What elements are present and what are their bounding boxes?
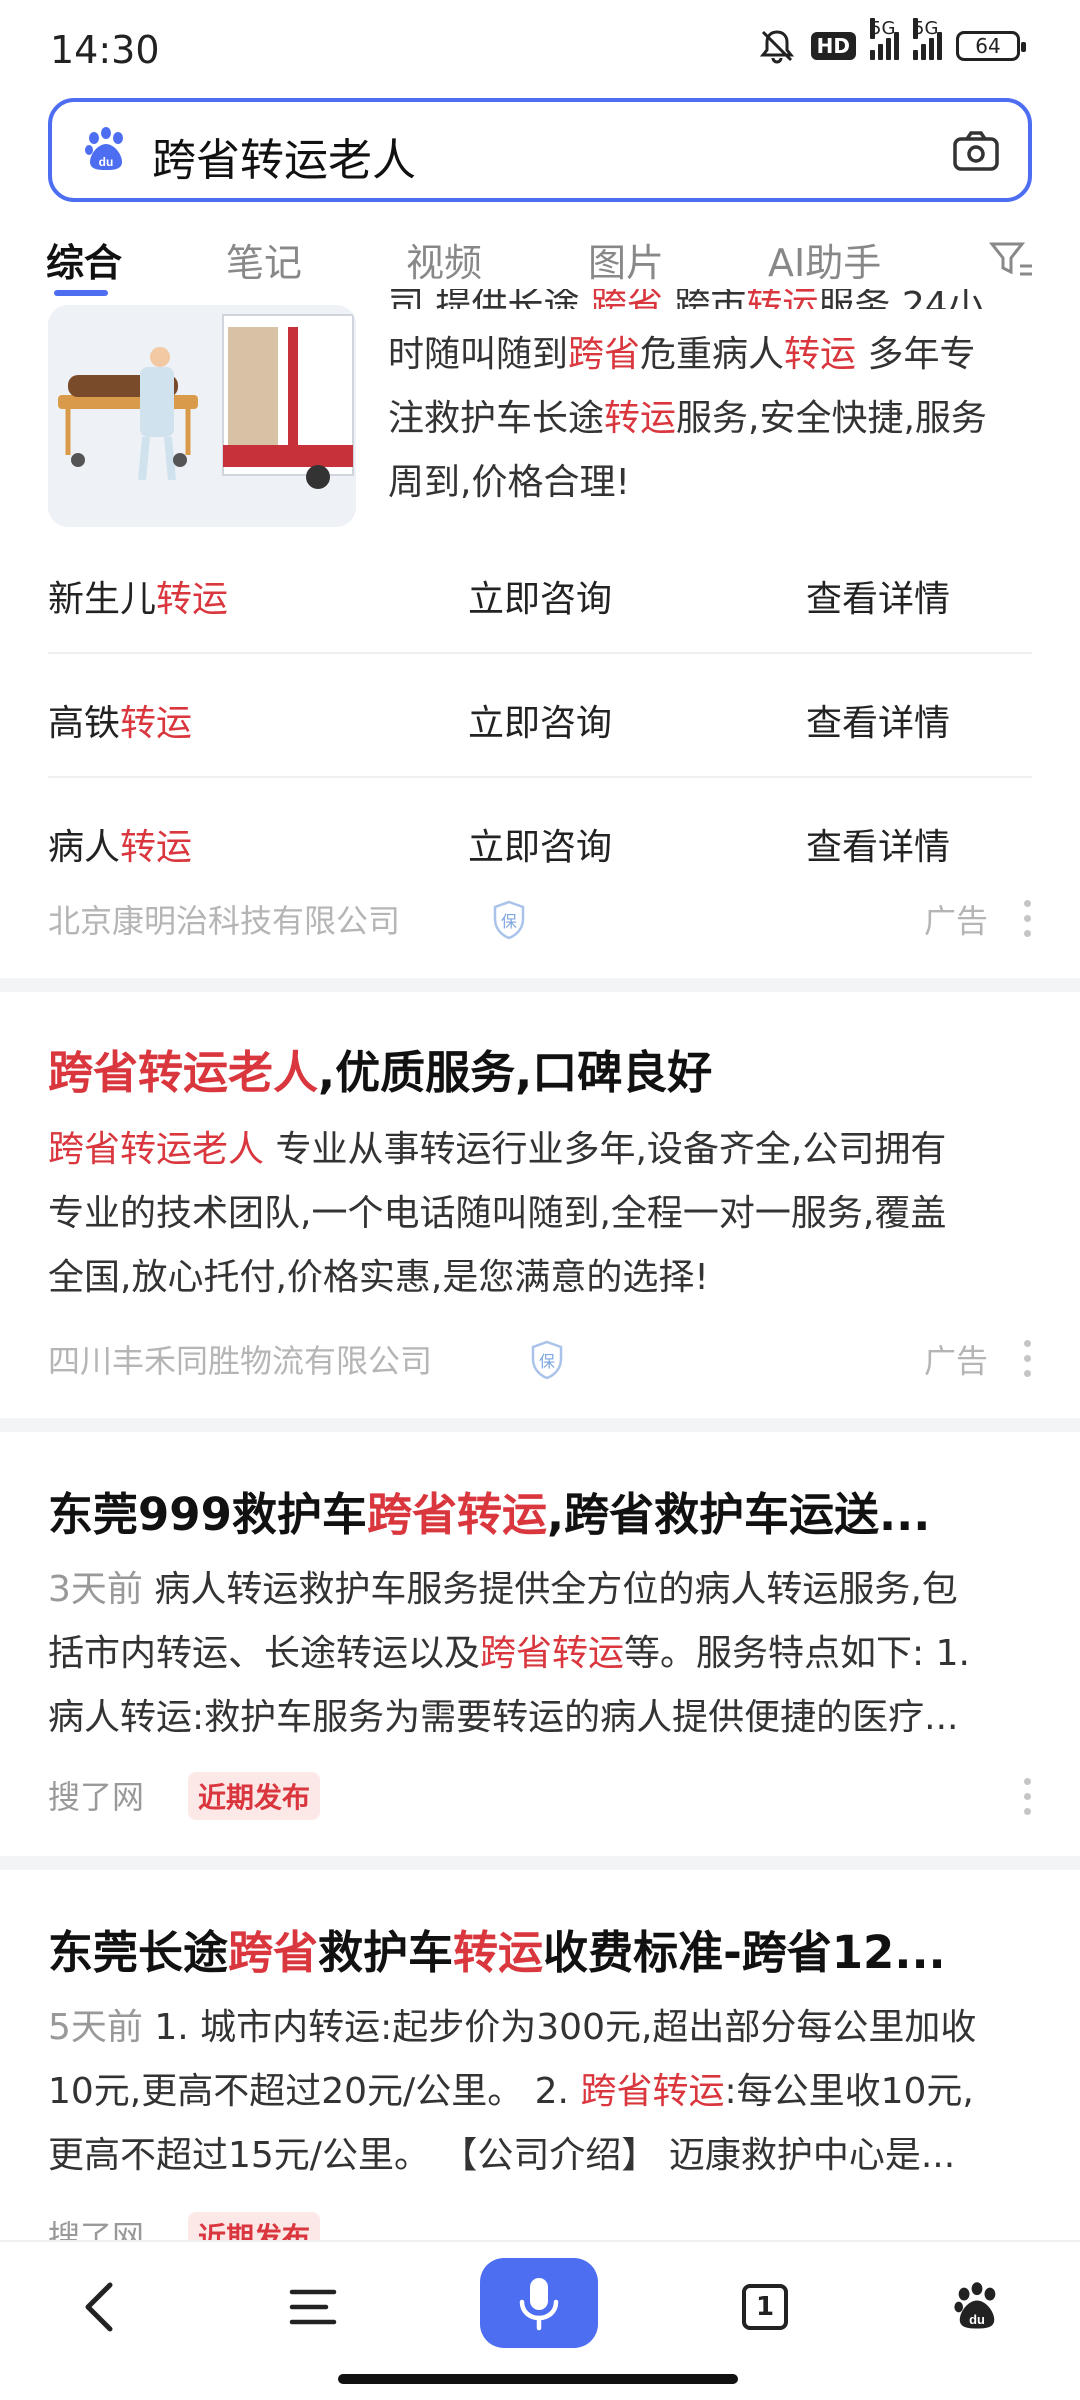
result1-meta: 搜了网 近期发布: [48, 1772, 1032, 1822]
result2-date: 5天前: [48, 2007, 143, 2048]
sitelink-title[interactable]: 高铁转运: [48, 694, 192, 746]
tab-notes[interactable]: 笔记: [226, 232, 302, 287]
microphone-icon: [519, 2278, 559, 2331]
tabs-icon[interactable]: 1: [730, 2272, 800, 2342]
divider: [0, 1418, 1080, 1432]
source-name[interactable]: 搜了网: [48, 1772, 144, 1818]
sitelink-row[interactable]: 新生儿转运 立即咨询 查看详情: [48, 530, 1032, 654]
consult-link[interactable]: 立即咨询: [468, 570, 612, 622]
result1-title[interactable]: 东莞999救护车跨省转运,跨省救护车运送...: [48, 1478, 1038, 1543]
svg-text:du: du: [969, 2312, 985, 2327]
ad2-title[interactable]: 跨省转运老人,优质服务,口碑良好: [48, 1036, 1038, 1101]
result1-snippet: 3天前 病人转运救护车服务提供全方位的病人转运服务,包 括市内转运、长途转运以及…: [48, 1569, 970, 1738]
advertiser-name[interactable]: 北京康明治科技有限公司: [48, 896, 400, 942]
more-options-icon[interactable]: [1024, 1778, 1032, 1815]
search-input[interactable]: 跨省转运老人: [152, 124, 416, 188]
status-icons: HD 5G 5G 64: [757, 18, 1026, 66]
sitelink-row[interactable]: 病人转运 立即咨询 查看详情: [48, 778, 1032, 902]
tab-ai-assistant[interactable]: AI助手: [768, 232, 881, 287]
recent-badge: 近期发布: [188, 1772, 321, 1820]
verified-shield-icon: 保: [531, 1340, 563, 1380]
ad2-source-line: 四川丰禾同胜物流有限公司 保 广告: [48, 1336, 1032, 1386]
recent-badge: 近期发布: [188, 2212, 321, 2242]
ad-label: 广告: [923, 1342, 988, 1380]
sitelink-row[interactable]: 高铁转运 立即咨询 查看详情: [48, 654, 1032, 778]
ad-label: 广告: [923, 902, 988, 940]
baidu-logo-icon: du: [85, 127, 123, 170]
more-options-icon[interactable]: [1024, 1340, 1032, 1377]
tab-videos[interactable]: 视频: [406, 232, 482, 287]
ambulance-thumbnail[interactable]: [48, 305, 356, 527]
tab-count: 1: [742, 2284, 788, 2330]
advertiser-name[interactable]: 四川丰禾同胜物流有限公司: [48, 1336, 432, 1382]
signal-icon: 5G: [870, 18, 899, 60]
more-options-icon[interactable]: [1024, 900, 1032, 937]
detail-link[interactable]: 查看详情: [806, 694, 950, 746]
detail-link[interactable]: 查看详情: [806, 570, 950, 622]
signal-icon: 5G: [913, 18, 942, 60]
ambulance-transfer-image: [48, 305, 356, 527]
search-box[interactable]: du 跨省转运老人: [48, 98, 1032, 202]
status-bar: 14:30 HD 5G 5G 64: [0, 0, 1080, 100]
divider: [0, 1856, 1080, 1870]
source-name[interactable]: 搜了网: [48, 2212, 144, 2242]
tab-images[interactable]: 图片: [588, 232, 664, 287]
svg-text:保: 保: [501, 912, 517, 931]
menu-icon[interactable]: [278, 2272, 348, 2342]
filter-icon[interactable]: [988, 238, 1036, 282]
ad1-description: 司,提供长途,跨省,跨市转运服务,24小 时随叫随到跨省危重病人转运 多年专 注…: [388, 289, 987, 503]
mute-bell-icon: [759, 30, 794, 64]
divider: [0, 978, 1080, 992]
voice-search-button[interactable]: [480, 2258, 598, 2348]
search-tabs: 综合 笔记 视频 图片 AI助手: [0, 220, 1080, 300]
baidu-home-icon[interactable]: du: [942, 2272, 1012, 2342]
camera-icon[interactable]: [950, 126, 1002, 178]
back-icon[interactable]: [66, 2272, 136, 2342]
clock: 14:30: [50, 28, 160, 72]
consult-link[interactable]: 立即咨询: [468, 694, 612, 746]
result1-date: 3天前: [48, 1569, 143, 1610]
result2-meta: 搜了网 近期发布: [48, 2212, 1032, 2242]
verified-shield-icon: 保: [493, 900, 525, 940]
svg-text:保: 保: [539, 1352, 555, 1371]
consult-link[interactable]: 立即咨询: [468, 818, 612, 870]
ad1-source-line: 北京康明治科技有限公司 保 广告: [48, 896, 1032, 946]
ad2-description: 跨省转运老人 专业从事转运行业多年,设备齐全,公司拥有 专业的技术团队,一个电话…: [48, 1129, 947, 1298]
hd-icon: HD: [810, 32, 856, 60]
result2-title[interactable]: 东莞长途跨省救护车转运收费标准-跨省12...: [48, 1916, 1038, 1981]
sitelink-title[interactable]: 新生儿转运: [48, 570, 228, 622]
sitelink-title[interactable]: 病人转运: [48, 818, 192, 870]
svg-text:du: du: [99, 155, 114, 169]
detail-link[interactable]: 查看详情: [806, 818, 950, 870]
battery-icon: 64: [956, 31, 1026, 61]
result2-snippet: 5天前 1. 城市内转运:起步价为300元,超出部分每公里加收 10元,更高不超…: [48, 2007, 977, 2176]
tab-all[interactable]: 综合: [46, 232, 122, 287]
home-indicator[interactable]: [338, 2374, 738, 2384]
active-tab-indicator: [54, 290, 108, 296]
